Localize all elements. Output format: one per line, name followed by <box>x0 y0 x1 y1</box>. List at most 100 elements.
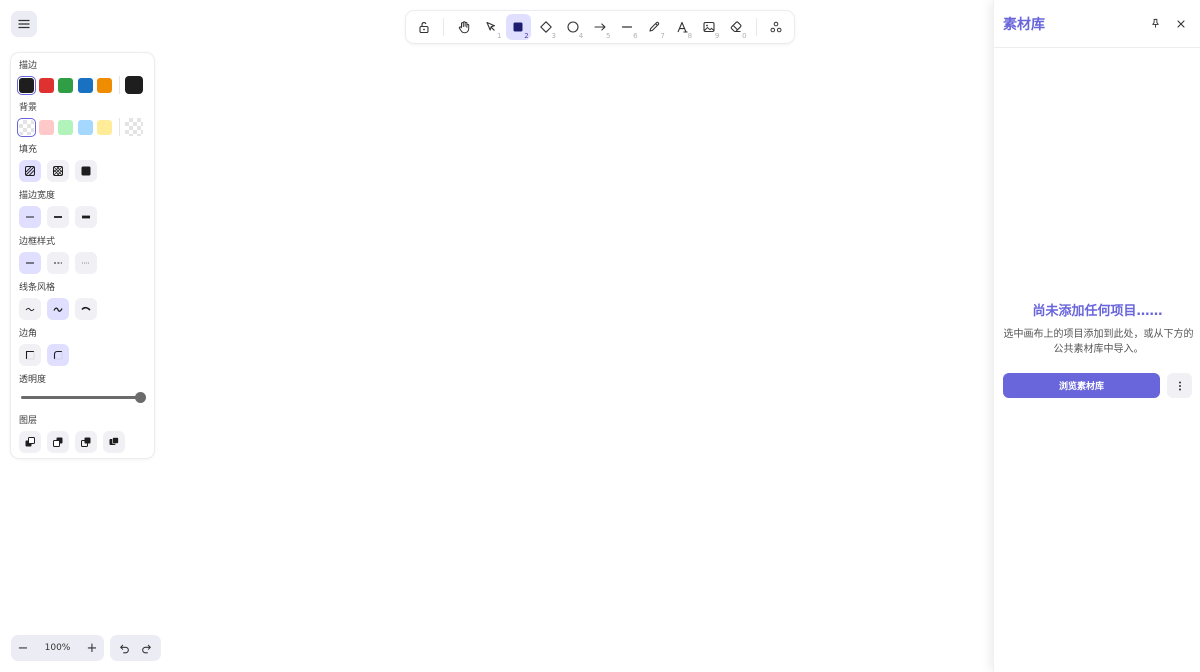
bg-swatch-yellow[interactable] <box>97 119 112 135</box>
history-controls <box>110 635 161 661</box>
library-sidebar: 素材库 尚未添加任何项目…… 选中画布上的项目添加到此处，或从下方的公共素材库中… <box>993 0 1200 672</box>
zoom-in-button[interactable]: + <box>80 635 104 661</box>
stroke-width-bold-button[interactable] <box>47 206 69 228</box>
background-color-row <box>19 118 146 136</box>
opacity-thumb[interactable] <box>135 392 146 403</box>
fill-crosshatch-button[interactable] <box>47 160 69 182</box>
tool-key: 8 <box>687 32 693 40</box>
sloppiness-row <box>19 298 146 320</box>
image-icon <box>703 21 715 33</box>
color-divider <box>118 118 120 136</box>
library-more-button[interactable] <box>1167 373 1192 398</box>
stroke-solid-icon <box>26 262 34 264</box>
bg-swatch-green[interactable] <box>58 119 73 135</box>
stroke-width-row <box>19 206 146 228</box>
fill-hachure-button[interactable] <box>19 160 41 182</box>
ellipse-icon <box>567 21 579 33</box>
toolbar-divider <box>443 18 445 36</box>
bring-forward-button[interactable] <box>75 431 97 453</box>
tool-diamond[interactable]: 3 <box>533 14 558 40</box>
stroke-style-label: 边框样式 <box>19 237 56 247</box>
stroke-swatch-orange[interactable] <box>97 77 112 93</box>
stroke-swatch-black[interactable] <box>19 77 34 93</box>
stroke-dotted-icon <box>82 262 90 264</box>
undo-icon <box>120 644 130 653</box>
tool-line[interactable]: 6 <box>615 14 640 40</box>
bg-current-color[interactable] <box>124 118 143 136</box>
bg-swatch-pink[interactable] <box>38 119 54 135</box>
stroke-swatch-blue[interactable] <box>77 77 93 93</box>
library-empty-title: 尚未添加任何项目…… <box>1032 304 1163 319</box>
stroke-style-dashed-button[interactable] <box>47 252 69 274</box>
tool-rectangle[interactable]: 2 <box>505 14 531 40</box>
tool-hand[interactable] <box>451 14 476 40</box>
tool-text[interactable]: 8 <box>669 14 694 40</box>
layers-row <box>19 431 146 453</box>
cursor-icon <box>486 21 496 31</box>
shapes-icon <box>770 21 782 33</box>
stroke-swatch-green[interactable] <box>58 77 73 93</box>
library-empty-description: 选中画布上的项目添加到此处，或从下方的公共素材库中导入。 <box>1003 329 1194 355</box>
sloppiness-label: 线条风格 <box>19 283 56 293</box>
tool-key: 3 <box>551 32 556 40</box>
tool-eraser[interactable]: 0 <box>724 14 749 40</box>
sloppiness-cartoonist-icon <box>81 306 91 311</box>
bg-swatch-transparent[interactable] <box>19 119 34 135</box>
eraser-icon <box>730 21 742 33</box>
sloppiness-artist-button[interactable] <box>47 298 69 320</box>
edges-row <box>19 344 146 366</box>
tool-key: 2 <box>524 32 529 40</box>
stroke-width-thin-button[interactable] <box>19 206 41 228</box>
toolbar-divider <box>755 18 757 36</box>
tool-arrow[interactable]: 5 <box>588 14 613 40</box>
tool-selection[interactable]: 1 <box>479 14 504 40</box>
stroke-bold-icon <box>54 216 62 218</box>
fill-row <box>19 160 146 182</box>
main-menu-button[interactable] <box>11 11 37 37</box>
tool-draw[interactable]: 7 <box>642 14 667 40</box>
stroke-style-row <box>19 252 146 274</box>
stroke-current-color[interactable] <box>124 76 143 94</box>
edges-sharp-icon <box>25 350 35 360</box>
zoom-level[interactable]: 100% <box>35 643 80 653</box>
stroke-swatch-red[interactable] <box>38 77 54 93</box>
hamburger-icon <box>18 19 30 29</box>
line-icon <box>622 26 633 28</box>
edges-label: 边角 <box>19 329 38 339</box>
bring-to-front-icon <box>109 437 119 445</box>
zoom-out-button[interactable]: − <box>11 635 35 661</box>
tool-extra[interactable] <box>764 14 789 40</box>
redo-button[interactable] <box>136 638 156 658</box>
bring-to-front-button[interactable] <box>103 431 125 453</box>
send-backward-icon <box>53 437 63 447</box>
send-backward-button[interactable] <box>47 431 69 453</box>
tool-lock[interactable] <box>411 14 436 40</box>
stroke-thin-icon <box>26 216 34 218</box>
pin-sidebar-button[interactable] <box>1145 14 1165 34</box>
bg-swatch-blue[interactable] <box>77 119 93 135</box>
browse-libraries-button[interactable]: 浏览素材库 <box>1003 373 1160 398</box>
opacity-slider[interactable] <box>21 390 146 404</box>
sloppiness-cartoonist-button[interactable] <box>75 298 97 320</box>
library-title: 素材库 <box>1003 16 1045 33</box>
sloppiness-architect-button[interactable] <box>19 298 41 320</box>
stroke-extra-bold-icon <box>82 215 90 219</box>
redo-icon <box>141 644 151 653</box>
edges-sharp-button[interactable] <box>19 344 41 366</box>
library-header: 素材库 <box>994 0 1200 48</box>
close-sidebar-button[interactable] <box>1171 14 1191 34</box>
edges-round-button[interactable] <box>47 344 69 366</box>
stroke-style-dotted-button[interactable] <box>75 252 97 274</box>
undo-button[interactable] <box>115 638 135 658</box>
fill-solid-button[interactable] <box>75 160 97 182</box>
stroke-width-extra-bold-button[interactable] <box>75 206 97 228</box>
tool-key: 6 <box>633 32 638 40</box>
rectangle-icon <box>513 22 523 32</box>
arrow-icon <box>594 23 606 31</box>
sloppiness-artist-icon <box>53 307 63 312</box>
tool-image[interactable]: 9 <box>696 14 721 40</box>
stroke-style-solid-button[interactable] <box>19 252 41 274</box>
zoom-controls: − 100% + <box>11 635 104 661</box>
tool-ellipse[interactable]: 4 <box>560 14 585 40</box>
send-to-back-button[interactable] <box>19 431 41 453</box>
